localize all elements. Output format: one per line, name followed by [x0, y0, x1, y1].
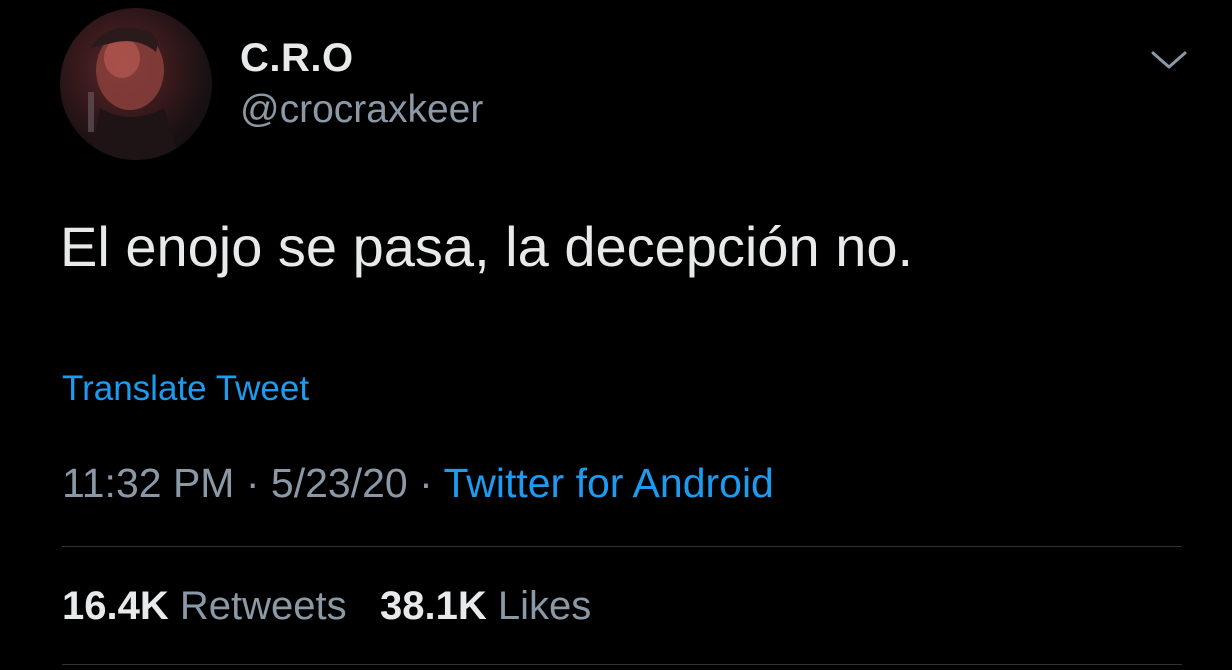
retweets-stat[interactable]: 16.4K Retweets [62, 584, 347, 628]
tweet-time: 11:32 PM [62, 460, 235, 506]
likes-count: 38.1K [379, 584, 487, 628]
chevron-down-icon[interactable] [1150, 44, 1188, 74]
display-name[interactable]: C.R.O [240, 36, 354, 81]
meta-separator: · [245, 460, 260, 506]
divider [62, 664, 1182, 665]
likes-label: Likes [497, 584, 592, 628]
user-handle[interactable]: @crocraxkeer [240, 88, 483, 132]
retweets-label: Retweets [179, 584, 347, 628]
tweet-source-link[interactable]: Twitter for Android [443, 460, 773, 506]
tweet-stats: 16.4K Retweets 38.1K Likes [62, 584, 591, 629]
tweet-text: El enojo se pasa, la decepción no. [60, 215, 914, 278]
likes-stat[interactable]: 38.1K Likes [380, 584, 591, 628]
retweets-count: 16.4K [62, 584, 169, 628]
meta-separator: · [419, 460, 433, 506]
tweet-date[interactable]: 5/23/20 [271, 460, 408, 506]
divider [62, 546, 1182, 547]
translate-tweet-link[interactable]: Translate Tweet [62, 369, 309, 409]
avatar-image [88, 27, 180, 160]
tweet-meta: 11:32 PM · 5/23/20 · Twitter for Android [62, 460, 774, 507]
avatar[interactable] [60, 8, 212, 160]
